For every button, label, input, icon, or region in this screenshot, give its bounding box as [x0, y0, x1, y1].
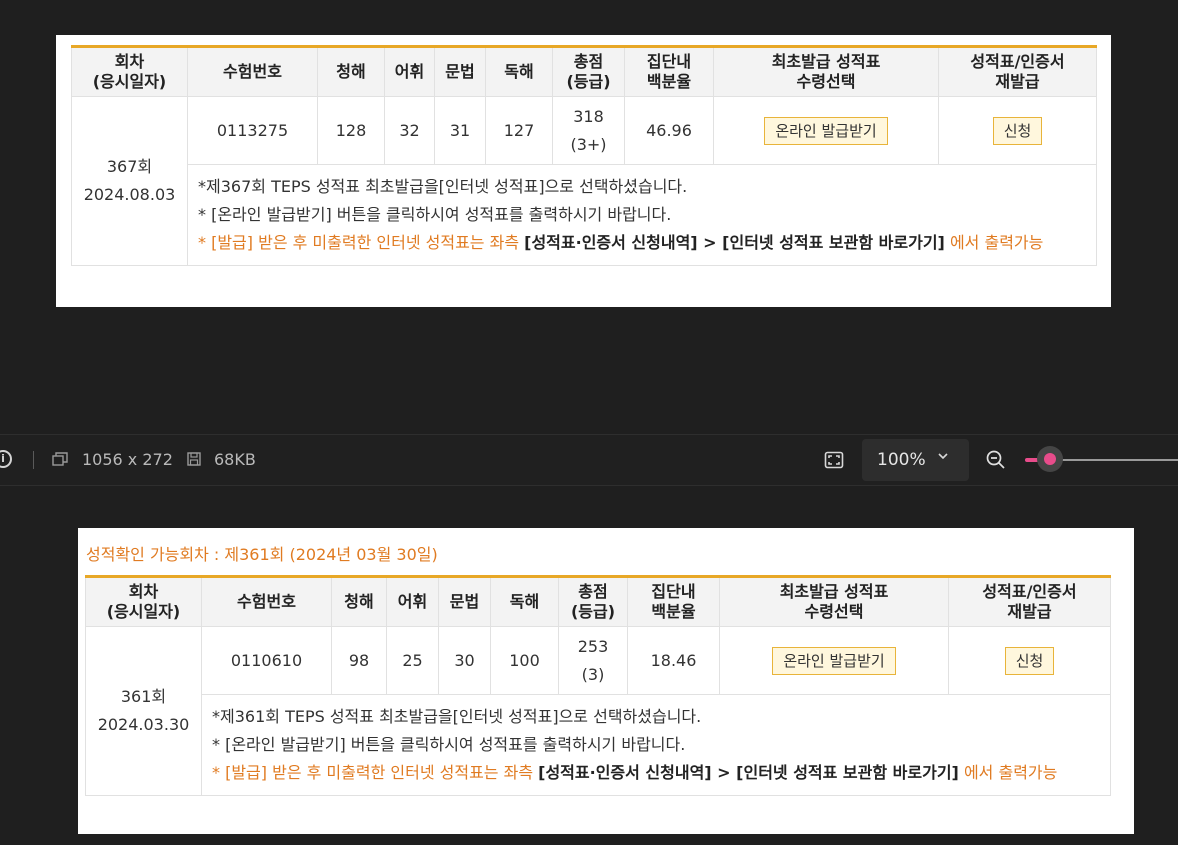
notes-cell: *제361회 TEPS 성적표 최초발급을[인터넷 성적표]으로 선택하셨습니다… — [201, 694, 1111, 796]
online-issue-button[interactable]: 온라인 발급받기 — [764, 116, 888, 145]
col-vocabulary: 어휘 — [386, 575, 439, 627]
apply-button[interactable]: 신청 — [992, 116, 1043, 145]
reading-score: 100 — [490, 626, 559, 695]
note-first-issue: *제361회 TEPS 성적표 최초발급을[인터넷 성적표]으로 선택하셨습니다… — [212, 707, 702, 726]
vocab-score: 32 — [384, 96, 435, 165]
available-round-title: 성적확인 가능회차 : 제361회 (2024년 03월 30일) — [86, 545, 438, 564]
col-grammar: 문법 — [438, 575, 491, 627]
col-exam-number: 수험번호 — [187, 45, 318, 97]
chevron-down-icon — [938, 453, 948, 460]
score-table-367: 회차 (응시일자) 수험번호 청해 어휘 문법 독해 총점 (등급) 집단내 백분율 … — [71, 45, 1097, 266]
table-header-row: 회차 (응시일자) 수험번호 청해 어휘 문법 독해 총점 (등급) 집단내 백분율 … — [85, 575, 1111, 627]
total-cell: 318 (3+) — [552, 96, 625, 165]
score-panel-367: 회차 (응시일자) 수험번호 청해 어휘 문법 독해 총점 (등급) 집단내 백분율 … — [56, 35, 1111, 307]
exam-date: 2024.08.03 — [83, 185, 176, 204]
file-size: 68KB — [214, 450, 256, 469]
round-cell: 361회 2024.03.30 — [85, 626, 202, 796]
notes-row: *제367회 TEPS 성적표 최초발급을[인터넷 성적표]으로 선택하셨습니다… — [72, 164, 1097, 266]
info-icon[interactable]: i — [0, 450, 12, 468]
notes-cell: *제367회 TEPS 성적표 최초발급을[인터넷 성적표]으로 선택하셨습니다… — [187, 164, 1097, 266]
menu-path-link[interactable]: [성적표·인증서 신청내역] > [인터넷 성적표 보관함 바로가기] — [524, 233, 945, 252]
col-percentile: 집단내 백분율 — [624, 45, 714, 97]
col-round: 회차 (응시일자) — [71, 45, 188, 97]
zoom-value: 100% — [877, 450, 926, 470]
reading-score: 127 — [485, 96, 553, 165]
total-cell: 253 (3) — [558, 626, 628, 695]
note-print-instructions: * [온라인 발급받기] 버튼을 클릭하시여 성적표를 출력하시기 바랍니다. — [198, 205, 672, 224]
col-exam-number: 수험번호 — [201, 575, 332, 627]
vocab-score: 25 — [386, 626, 439, 695]
note-first-issue: *제367회 TEPS 성적표 최초발급을[인터넷 성적표]으로 선택하셨습니다… — [198, 177, 688, 196]
zoom-out-icon[interactable] — [985, 449, 1007, 471]
zoom-level-dropdown[interactable]: 100% — [862, 439, 969, 481]
fit-screen-icon[interactable] — [824, 450, 844, 470]
apply-button[interactable]: 신청 — [1004, 646, 1055, 675]
col-round: 회차 (응시일자) — [85, 575, 202, 627]
table-row: 367회 2024.08.03 0113275 128 32 31 127 31… — [71, 96, 1097, 266]
dimensions-icon — [52, 452, 68, 466]
col-total: 총점 (등급) — [552, 45, 625, 97]
percentile-value: 46.96 — [624, 96, 714, 165]
exam-date: 2024.03.30 — [97, 715, 190, 734]
exam-number: 0113275 — [187, 96, 318, 165]
zoom-slider-track[interactable] — [1055, 459, 1178, 461]
grammar-score: 30 — [438, 626, 491, 695]
round-number: 361회 — [120, 687, 167, 706]
score-table-361: 회차 (응시일자) 수험번호 청해 어휘 문법 독해 총점 (등급) 집단내 백분율 … — [85, 575, 1111, 796]
round-number: 367회 — [106, 157, 153, 176]
col-reading: 독해 — [490, 575, 559, 627]
reissue-cell: 신청 — [948, 626, 1111, 695]
total-score: 253 — [577, 636, 609, 656]
col-first-issue: 최초발급 성적표 수령선택 — [719, 575, 949, 627]
exam-number: 0110610 — [201, 626, 332, 695]
note-reprint-location: * [발급] 받은 후 미출력한 인터넷 성적표는 좌측 [성적표·인증서 신청… — [198, 233, 1044, 252]
total-score: 318 — [573, 106, 604, 126]
col-percentile: 집단내 백분율 — [627, 575, 720, 627]
round-cell: 367회 2024.08.03 — [71, 96, 188, 266]
col-listening: 청해 — [317, 45, 385, 97]
grammar-score: 31 — [434, 96, 486, 165]
notes-row: *제361회 TEPS 성적표 최초발급을[인터넷 성적표]으로 선택하셨습니다… — [86, 694, 1111, 796]
menu-path-link[interactable]: [성적표·인증서 신청내역] > [인터넷 성적표 보관함 바로가기] — [538, 763, 959, 782]
file-size-icon — [187, 452, 201, 466]
col-reissue: 성적표/인증서 재발급 — [938, 45, 1097, 97]
online-issue-button[interactable]: 온라인 발급받기 — [772, 646, 896, 675]
toolbar-divider — [33, 451, 34, 469]
image-dimensions: 1056 x 272 — [82, 450, 173, 469]
grade: (3) — [581, 664, 605, 684]
listening-score: 98 — [331, 626, 387, 695]
col-reading: 독해 — [485, 45, 553, 97]
col-grammar: 문법 — [434, 45, 486, 97]
reissue-cell: 신청 — [938, 96, 1097, 165]
col-reissue: 성적표/인증서 재발급 — [948, 575, 1111, 627]
table-header-row: 회차 (응시일자) 수험번호 청해 어휘 문법 독해 총점 (등급) 집단내 백분율 … — [71, 45, 1097, 97]
note-reprint-location: * [발급] 받은 후 미출력한 인터넷 성적표는 좌측 [성적표·인증서 신청… — [212, 763, 1058, 782]
first-issue-cell: 온라인 발급받기 — [719, 626, 949, 695]
score-panel-361: 성적확인 가능회차 : 제361회 (2024년 03월 30일) 회차 (응시일… — [78, 528, 1134, 834]
col-first-issue: 최초발급 성적표 수령선택 — [713, 45, 939, 97]
grade: (3+) — [570, 134, 607, 154]
first-issue-cell: 온라인 발급받기 — [713, 96, 939, 165]
col-listening: 청해 — [331, 575, 387, 627]
zoom-slider-handle[interactable] — [1037, 446, 1063, 472]
col-vocabulary: 어휘 — [384, 45, 435, 97]
viewer-toolbar: i 1056 x 272 68KB 100% — [0, 434, 1178, 486]
note-print-instructions: * [온라인 발급받기] 버튼을 클릭하시여 성적표를 출력하시기 바랍니다. — [212, 735, 686, 754]
col-total: 총점 (등급) — [558, 575, 628, 627]
listening-score: 128 — [317, 96, 385, 165]
table-row: 361회 2024.03.30 0110610 98 25 30 100 253… — [85, 626, 1111, 796]
percentile-value: 18.46 — [627, 626, 720, 695]
